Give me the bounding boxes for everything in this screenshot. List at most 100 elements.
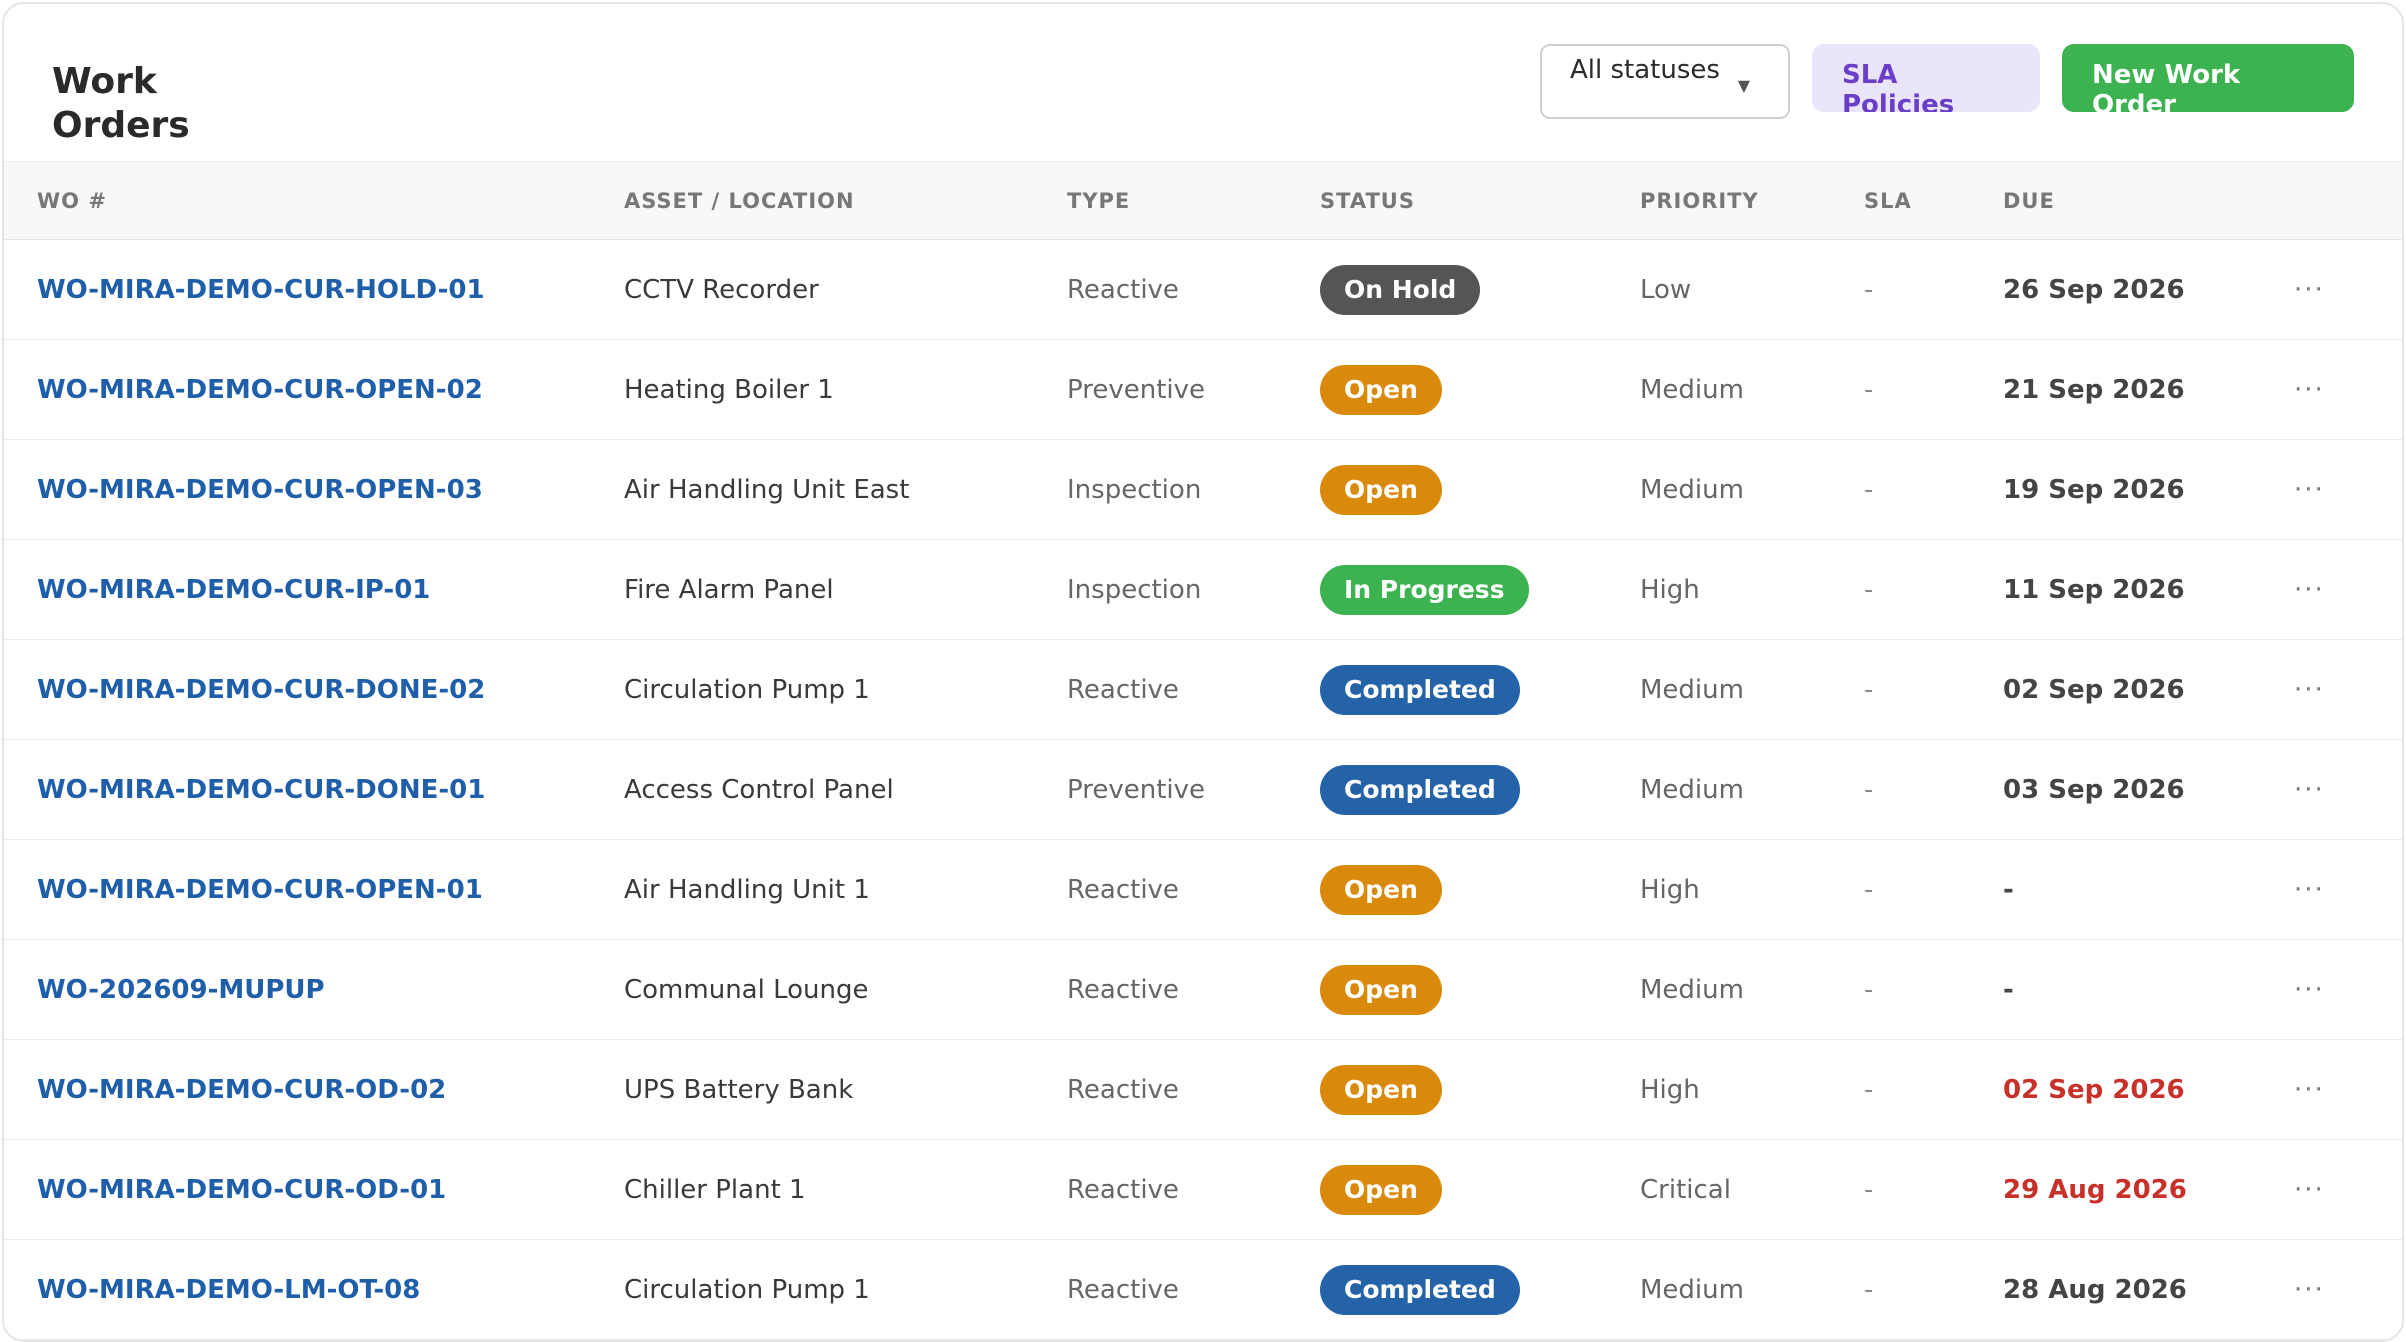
cell-due: 26 Sep 2026 bbox=[2003, 274, 2185, 305]
work-order-link[interactable]: WO-MIRA-DEMO-CUR-DONE-02 bbox=[37, 675, 485, 705]
work-order-link[interactable]: WO-MIRA-DEMO-CUR-OPEN-01 bbox=[37, 875, 483, 905]
cell-sla: - bbox=[1864, 874, 1874, 905]
cell-asset: Access Control Panel bbox=[624, 774, 894, 805]
more-options-icon[interactable]: ··· bbox=[2294, 275, 2325, 305]
cell-wo: WO-MIRA-DEMO-CUR-OD-01 bbox=[4, 1140, 624, 1240]
table-header-row: WO # ASSET / LOCATION TYPE STATUS PRIORI… bbox=[4, 161, 2402, 240]
table-row[interactable]: WO-MIRA-DEMO-CUR-HOLD-01 CCTV Recorder Rea… bbox=[4, 240, 2402, 340]
cell-actions: ··· bbox=[2294, 240, 2402, 340]
work-order-link[interactable]: WO-MIRA-DEMO-CUR-OPEN-03 bbox=[37, 475, 483, 505]
table-row[interactable]: WO-MIRA-DEMO-CUR-DONE-02 Circulation Pump… bbox=[4, 640, 2402, 740]
cell-wo: WO-MIRA-DEMO-CUR-IP-01 bbox=[4, 540, 624, 640]
cell-due: 21 Sep 2026 bbox=[2003, 374, 2185, 405]
cell-type: Reactive bbox=[1067, 1274, 1179, 1305]
column-header-wo[interactable]: WO # bbox=[4, 161, 624, 240]
sla-policies-button[interactable]: SLA Policies bbox=[1812, 44, 2040, 112]
cell-type: Preventive bbox=[1067, 374, 1205, 405]
cell-actions: ··· bbox=[2294, 940, 2402, 1040]
cell-status: Open bbox=[1320, 940, 1640, 1040]
cell-asset: Circulation Pump 1 bbox=[624, 674, 870, 705]
cell-type: Reactive bbox=[1067, 274, 1179, 305]
table-row[interactable]: WO-MIRA-DEMO-CUR-IP-01 Fire Alarm Panel In… bbox=[4, 540, 2402, 640]
table-row[interactable]: WO-MIRA-DEMO-CUR-OPEN-02 Heating Boiler 1… bbox=[4, 340, 2402, 440]
cell-actions: ··· bbox=[2294, 1240, 2402, 1340]
column-header-due[interactable]: DUE bbox=[2003, 161, 2294, 240]
header-actions: All statuses ▼ SLA Policies New Work Ord… bbox=[1540, 44, 2354, 119]
cell-asset: UPS Battery Bank bbox=[624, 1074, 854, 1105]
column-header-priority[interactable]: PRIORITY bbox=[1640, 161, 1864, 240]
work-order-link[interactable]: WO-MIRA-DEMO-CUR-OPEN-02 bbox=[37, 375, 483, 405]
cell-asset: Heating Boiler 1 bbox=[624, 374, 834, 405]
cell-type: Inspection bbox=[1067, 574, 1202, 605]
more-options-icon[interactable]: ··· bbox=[2294, 1175, 2325, 1205]
chevron-down-icon: ▼ bbox=[1737, 76, 1750, 95]
cell-actions: ··· bbox=[2294, 1140, 2402, 1240]
cell-status: On Hold bbox=[1320, 240, 1640, 340]
cell-actions: ··· bbox=[2294, 640, 2402, 740]
cell-actions: ··· bbox=[2294, 340, 2402, 440]
cell-sla: - bbox=[1864, 774, 1874, 805]
status-badge: Completed bbox=[1320, 764, 1520, 815]
status-badge: Completed bbox=[1320, 664, 1520, 715]
table-row[interactable]: WO-MIRA-DEMO-CUR-DONE-01 Access Control P… bbox=[4, 740, 2402, 840]
cell-wo: WO-MIRA-DEMO-CUR-HOLD-01 bbox=[4, 240, 624, 340]
cell-priority: Medium bbox=[1640, 1274, 1744, 1305]
work-order-link[interactable]: WO-MIRA-DEMO-CUR-OD-01 bbox=[37, 1175, 446, 1205]
page-title: Work Orders bbox=[52, 61, 190, 146]
cell-due: 11 Sep 2026 bbox=[2003, 574, 2185, 605]
cell-actions: ··· bbox=[2294, 840, 2402, 940]
cell-due: 03 Sep 2026 bbox=[2003, 774, 2185, 805]
more-options-icon[interactable]: ··· bbox=[2294, 1275, 2325, 1305]
column-header-actions bbox=[2294, 161, 2402, 240]
cell-status: Completed bbox=[1320, 1240, 1640, 1340]
table-row[interactable]: WO-MIRA-DEMO-CUR-OPEN-01 Air Handling Uni… bbox=[4, 840, 2402, 940]
column-header-sla[interactable]: SLA bbox=[1864, 161, 2003, 240]
cell-actions: ··· bbox=[2294, 1040, 2402, 1140]
cell-priority: Low bbox=[1640, 274, 1692, 305]
table-row[interactable]: WO-MIRA-DEMO-CUR-OD-01 Chiller Plant 1 Rea… bbox=[4, 1140, 2402, 1240]
work-orders-table: WO # ASSET / LOCATION TYPE STATUS PRIORI… bbox=[4, 161, 2402, 1340]
column-header-type[interactable]: TYPE bbox=[1067, 161, 1320, 240]
more-options-icon[interactable]: ··· bbox=[2294, 875, 2325, 905]
new-work-order-button[interactable]: New Work Order bbox=[2062, 44, 2354, 112]
cell-actions: ··· bbox=[2294, 540, 2402, 640]
more-options-icon[interactable]: ··· bbox=[2294, 575, 2325, 605]
table-row[interactable]: WO-MIRA-DEMO-LM-OT-08 Circulation Pump 1 R… bbox=[4, 1240, 2402, 1340]
column-header-status[interactable]: STATUS bbox=[1320, 161, 1640, 240]
work-order-link[interactable]: WO-MIRA-DEMO-CUR-DONE-01 bbox=[37, 775, 485, 805]
work-order-link[interactable]: WO-MIRA-DEMO-LM-OT-08 bbox=[37, 1275, 420, 1305]
more-options-icon[interactable]: ··· bbox=[2294, 1075, 2325, 1105]
status-filter-select[interactable]: All statuses ▼ bbox=[1540, 44, 1790, 119]
cell-type: Preventive bbox=[1067, 774, 1205, 805]
column-header-asset[interactable]: ASSET / LOCATION bbox=[624, 161, 1067, 240]
work-order-link[interactable]: WO-MIRA-DEMO-CUR-HOLD-01 bbox=[37, 275, 485, 305]
cell-wo: WO-MIRA-DEMO-CUR-DONE-01 bbox=[4, 740, 624, 840]
more-options-icon[interactable]: ··· bbox=[2294, 775, 2325, 805]
cell-type: Reactive bbox=[1067, 974, 1179, 1005]
work-order-link[interactable]: WO-MIRA-DEMO-CUR-IP-01 bbox=[37, 575, 430, 605]
cell-type: Reactive bbox=[1067, 1174, 1179, 1205]
table-row[interactable]: WO-MIRA-DEMO-CUR-OD-02 UPS Battery Bank Re… bbox=[4, 1040, 2402, 1140]
more-options-icon[interactable]: ··· bbox=[2294, 675, 2325, 705]
cell-type: Reactive bbox=[1067, 874, 1179, 905]
cell-sla: - bbox=[1864, 474, 1874, 505]
work-order-link[interactable]: WO-202609-MUPUP bbox=[37, 975, 325, 1005]
cell-priority: High bbox=[1640, 1074, 1700, 1105]
cell-asset: Chiller Plant 1 bbox=[624, 1174, 806, 1205]
more-options-icon[interactable]: ··· bbox=[2294, 375, 2325, 405]
more-options-icon[interactable]: ··· bbox=[2294, 475, 2325, 505]
table-row[interactable]: WO-MIRA-DEMO-CUR-OPEN-03 Air Handling Uni… bbox=[4, 440, 2402, 540]
status-badge: Open bbox=[1320, 1164, 1442, 1215]
table-row[interactable]: WO-202609-MUPUP Communal Lounge Reactive Op… bbox=[4, 940, 2402, 1040]
cell-due: 28 Aug 2026 bbox=[2003, 1274, 2187, 1305]
cell-status: In Progress bbox=[1320, 540, 1640, 640]
cell-actions: ··· bbox=[2294, 740, 2402, 840]
cell-sla: - bbox=[1864, 674, 1874, 705]
cell-wo: WO-MIRA-DEMO-LM-OT-08 bbox=[4, 1240, 624, 1340]
work-order-link[interactable]: WO-MIRA-DEMO-CUR-OD-02 bbox=[37, 1075, 446, 1105]
cell-priority: Critical bbox=[1640, 1174, 1731, 1205]
cell-wo: WO-MIRA-DEMO-CUR-OPEN-01 bbox=[4, 840, 624, 940]
cell-status: Completed bbox=[1320, 740, 1640, 840]
more-options-icon[interactable]: ··· bbox=[2294, 975, 2325, 1005]
cell-sla: - bbox=[1864, 974, 1874, 1005]
